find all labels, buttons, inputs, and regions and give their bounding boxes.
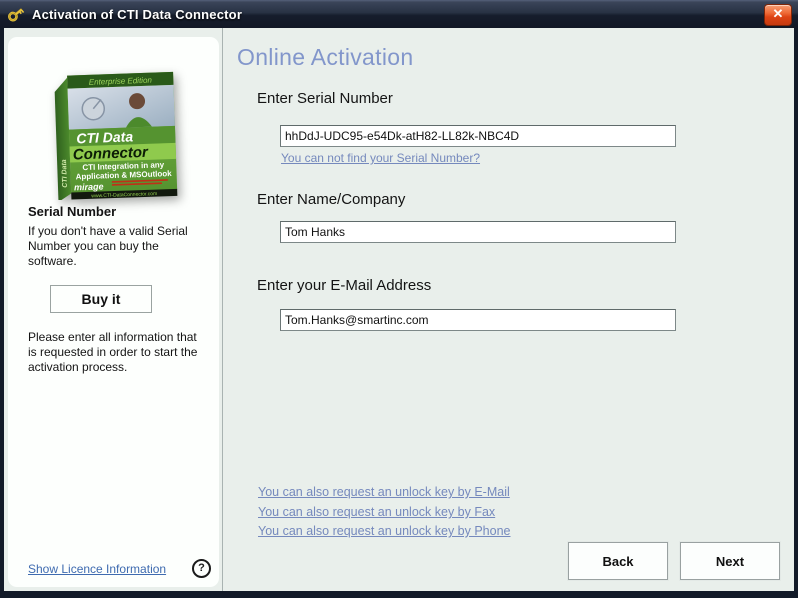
close-icon[interactable]: ✕: [764, 4, 792, 26]
sidebar-heading: Serial Number: [28, 204, 116, 219]
page-title: Online Activation: [237, 44, 413, 71]
help-icon[interactable]: ?: [192, 559, 211, 578]
buy-button[interactable]: Buy it: [50, 285, 152, 313]
cant-find-serial-link[interactable]: You can not find your Serial Number?: [281, 151, 480, 165]
serial-number-input[interactable]: [280, 125, 676, 147]
next-button[interactable]: Next: [680, 542, 780, 580]
email-input[interactable]: [280, 309, 676, 331]
product-box-image: CTI Data Enterprise Edition CTI Data Con…: [38, 58, 190, 200]
key-icon: [6, 4, 26, 24]
request-key-email-link[interactable]: You can also request an unlock key by E-…: [258, 485, 510, 499]
svg-text:www.CTI-DataConnector.com: www.CTI-DataConnector.com: [91, 191, 157, 199]
svg-text:CTI Data: CTI Data: [76, 128, 134, 146]
sidebar-divider: [222, 28, 223, 591]
dialog-content: CTI Data Enterprise Edition CTI Data Con…: [4, 28, 794, 591]
show-licence-link[interactable]: Show Licence Information: [28, 562, 166, 576]
email-label: Enter your E-Mail Address: [257, 277, 431, 294]
window-title: Activation of CTI Data Connector: [32, 7, 242, 22]
serial-number-label: Enter Serial Number: [257, 90, 393, 107]
name-company-label: Enter Name/Company: [257, 191, 405, 208]
svg-text:mirage: mirage: [74, 181, 104, 192]
sidebar-intro-text: If you don't have a valid Serial Number …: [28, 224, 200, 269]
request-key-phone-link[interactable]: You can also request an unlock key by Ph…: [258, 524, 511, 538]
activation-dialog: Activation of CTI Data Connector ✕: [0, 0, 798, 598]
svg-text:CTI Data: CTI Data: [61, 159, 69, 188]
sidebar-instruction-text: Please enter all information that is req…: [28, 330, 204, 375]
back-button[interactable]: Back: [568, 542, 668, 580]
titlebar: Activation of CTI Data Connector ✕: [0, 0, 798, 28]
request-key-fax-link[interactable]: You can also request an unlock key by Fa…: [258, 505, 495, 519]
name-company-input[interactable]: [280, 221, 676, 243]
